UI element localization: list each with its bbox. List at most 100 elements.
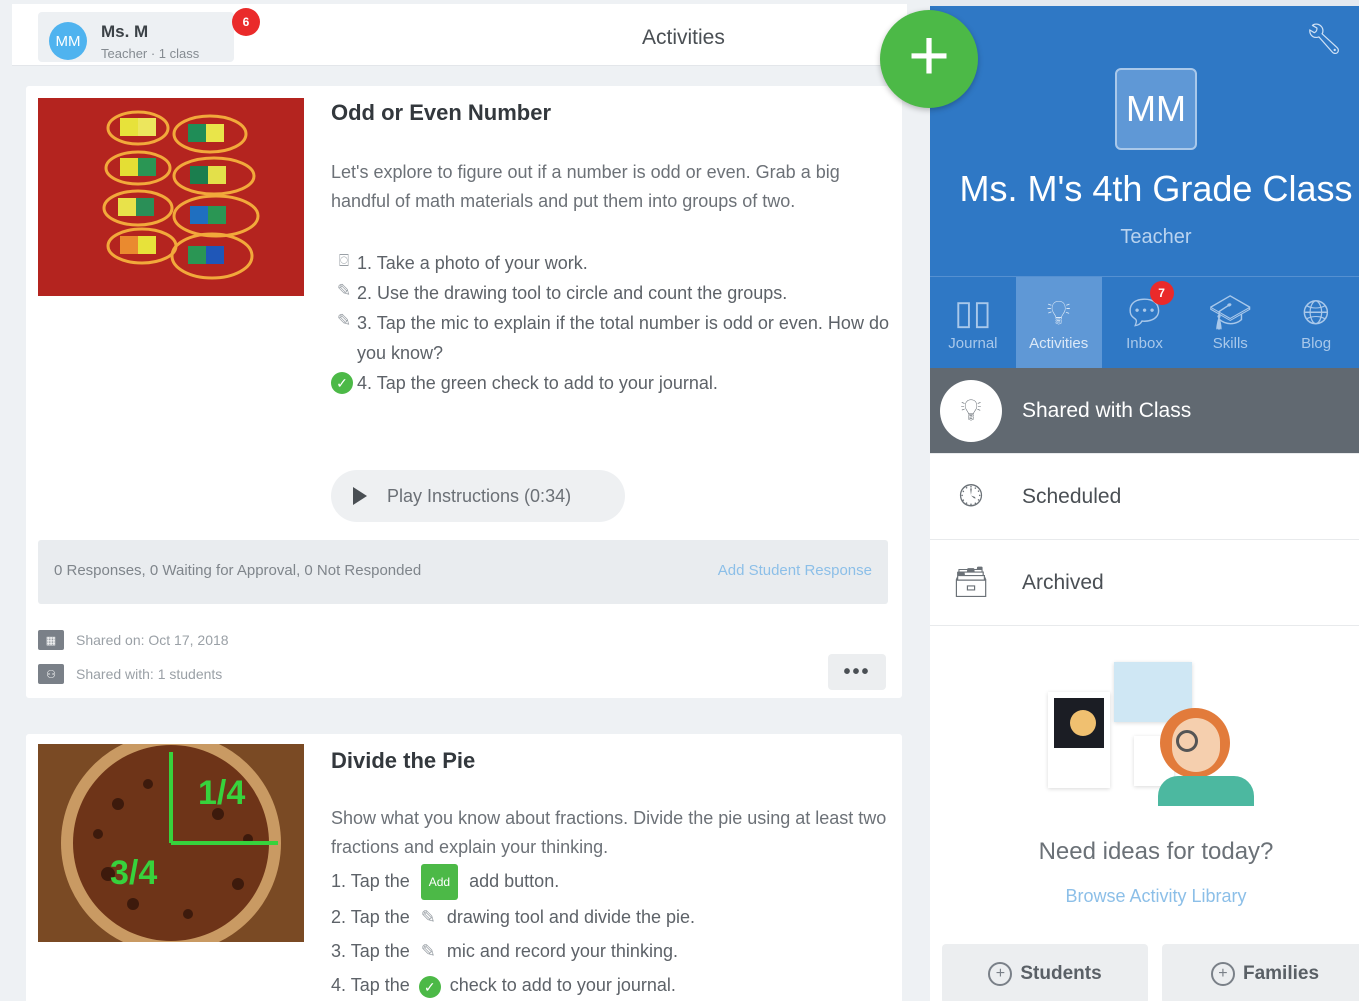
add-students-button[interactable]: + Students xyxy=(942,944,1148,1001)
step-item: 4. Tap the ✓ check to add to your journa… xyxy=(331,968,891,1001)
step-text: 3. Tap the xyxy=(331,941,410,962)
archive-box-icon: 🗃︎ xyxy=(951,566,991,599)
book-icon: ▯▯ xyxy=(954,293,992,332)
filter-scheduled[interactable]: 🕓︎ Scheduled xyxy=(930,454,1359,540)
play-icon xyxy=(353,487,367,505)
wrench-icon[interactable]: 🔧︎ xyxy=(1305,22,1343,57)
step-text: mic and record your thinking. xyxy=(446,941,678,962)
nav-label: Activities xyxy=(1029,334,1089,352)
step-text: 2. Use the drawing tool to circle and co… xyxy=(357,283,788,303)
button-label: Families xyxy=(1242,963,1320,984)
account-switcher[interactable]: MM Ms. M Teacher · 1 class xyxy=(38,12,234,62)
nav-inbox[interactable]: 💬︎ 7 Inbox xyxy=(1102,277,1188,369)
shared-with: ⚇ Shared with: 1 students xyxy=(38,664,222,684)
step-text: check to add to your journal. xyxy=(449,975,676,996)
step-item: 1. Tap the Add add button. xyxy=(331,864,891,901)
microphone-icon: ✎ xyxy=(336,311,352,330)
add-student-response-link[interactable]: Add Student Response xyxy=(718,562,872,579)
filter-label: Archived xyxy=(1022,570,1104,594)
checkmark-icon: ✓ xyxy=(418,975,441,998)
filter-label: Shared with Class xyxy=(1022,398,1192,422)
pie-label-quarter: 1/4 xyxy=(198,774,245,812)
pencil-icon: ✎ xyxy=(336,281,352,300)
step-text: 2. Tap the xyxy=(331,907,410,928)
responses-summary: 0 Responses, 0 Waiting for Approval, 0 N… xyxy=(54,562,422,579)
graduation-cap-icon: 🎓︎ xyxy=(1208,293,1252,332)
plus-circle-icon: + xyxy=(988,962,1013,986)
more-options-button[interactable]: ••• xyxy=(828,654,886,690)
class-header: 🔧︎ MM Ms. M's 4th Grade Class Teacher xyxy=(930,6,1359,276)
class-panel: 🔧︎ MM Ms. M's 4th Grade Class Teacher ▯▯… xyxy=(930,6,1359,1001)
activity-description: Let's explore to figure out if a number … xyxy=(331,162,840,211)
nav-label: Journal xyxy=(948,334,998,352)
class-role: Teacher xyxy=(1120,226,1192,248)
activity-title[interactable]: Odd or Even Number xyxy=(331,100,551,126)
class-avatar: MM xyxy=(1115,68,1197,150)
filter-archived[interactable]: 🗃︎ Archived xyxy=(930,540,1359,626)
clock-icon: 🕓︎ xyxy=(959,479,983,513)
user-name: Ms. M xyxy=(101,22,149,41)
activity-steps: 1. Tap the Add add button. 2. Tap the ✎ … xyxy=(331,864,891,1001)
camera-icon: ⌼ xyxy=(338,251,350,270)
step-item: 3. Tap the ✎ mic and record your thinkin… xyxy=(331,934,891,968)
filter-shared-with-class[interactable]: 💡︎ Shared with Class xyxy=(930,368,1359,454)
step-text: add button. xyxy=(469,871,560,891)
people-icon: ⚇ xyxy=(38,664,64,684)
globe-icon: 🌐︎ xyxy=(1302,293,1330,332)
pie-image: 1/4 3/4 xyxy=(38,744,304,942)
class-nav: ▯▯ Journal 💡︎ Activities 💬︎ 7 Inbox 🎓︎ S… xyxy=(930,276,1359,369)
step-text: 4. Tap the green check to add to your jo… xyxy=(357,373,718,393)
character-body xyxy=(1158,776,1254,806)
play-instructions-button[interactable]: Play Instructions (0:34) xyxy=(331,470,625,522)
notification-badge[interactable]: 6 xyxy=(232,8,260,36)
moon-shape xyxy=(1070,710,1096,736)
top-bar: MM Ms. M Teacher · 1 class 6 Activities xyxy=(12,4,907,66)
math-cubes-image xyxy=(38,98,304,296)
activity-photo[interactable] xyxy=(38,98,304,296)
nav-skills[interactable]: 🎓︎ Skills xyxy=(1187,277,1273,369)
plus-circle-icon: + xyxy=(1210,962,1235,986)
shared-with-text: Shared with: 1 students xyxy=(76,666,223,682)
nav-label: Blog xyxy=(1301,334,1332,352)
browse-activity-library-link[interactable]: Browse Activity Library xyxy=(930,886,1359,907)
inbox-badge: 7 xyxy=(1149,281,1174,305)
activity-photo[interactable]: 1/4 3/4 xyxy=(38,744,304,942)
activity-card: 1/4 3/4 Divide the Pie Show what you kno… xyxy=(26,734,902,1001)
step-item: 2. Tap the ✎ drawing tool and divide the… xyxy=(331,900,891,934)
illustration-card xyxy=(1048,692,1110,788)
microphone-icon: ✎ xyxy=(420,941,436,962)
lightbulb-icon: 💡︎ xyxy=(940,379,1002,442)
step-item: ✎ 3. Tap the mic to explain if the total… xyxy=(331,308,891,368)
responses-bar: 0 Responses, 0 Waiting for Approval, 0 N… xyxy=(38,540,888,604)
checkmark-icon: ✓ xyxy=(331,372,353,394)
step-text: 1. Take a photo of your work. xyxy=(357,253,588,273)
activity-title[interactable]: Divide the Pie xyxy=(331,748,475,774)
add-pill: Add xyxy=(420,864,459,901)
filter-label: Scheduled xyxy=(1022,484,1122,508)
nav-label: Inbox xyxy=(1126,334,1163,352)
step-text: 4. Tap the xyxy=(331,975,410,996)
add-families-button[interactable]: + Families xyxy=(1162,944,1359,1001)
page-title: Activities xyxy=(642,26,725,49)
activity-steps: ⌼ 1. Take a photo of your work. ✎ 2. Use… xyxy=(331,248,891,398)
activity-description: Show what you know about fractions. Divi… xyxy=(331,808,887,857)
pencil-icon: ✎ xyxy=(420,907,436,928)
button-label: Students xyxy=(1020,963,1102,984)
activities-column: MM Ms. M Teacher · 1 class 6 Activities xyxy=(0,0,930,1001)
play-label: Play Instructions (0:34) xyxy=(387,485,572,506)
ideas-illustration xyxy=(1048,656,1272,806)
step-text: 3. Tap the mic to explain if the total n… xyxy=(357,313,889,363)
nav-label: Skills xyxy=(1212,334,1248,352)
user-subtitle: Teacher · 1 class xyxy=(101,46,200,61)
shared-on-text: Shared on: Oct 17, 2018 xyxy=(76,632,229,648)
pie-label-three-quarters: 3/4 xyxy=(110,854,157,892)
nav-blog[interactable]: 🌐︎ Blog xyxy=(1273,277,1359,369)
step-item: ⌼ 1. Take a photo of your work. xyxy=(331,248,891,278)
nav-journal[interactable]: ▯▯ Journal xyxy=(930,277,1016,369)
magnifier-icon xyxy=(1176,730,1198,752)
calendar-icon: ▦ xyxy=(38,630,64,650)
nav-activities[interactable]: 💡︎ Activities xyxy=(1015,277,1102,369)
add-activity-button[interactable]: + xyxy=(880,10,978,108)
step-item: ✓ 4. Tap the green check to add to your … xyxy=(331,368,891,398)
avatar: MM xyxy=(49,22,87,60)
